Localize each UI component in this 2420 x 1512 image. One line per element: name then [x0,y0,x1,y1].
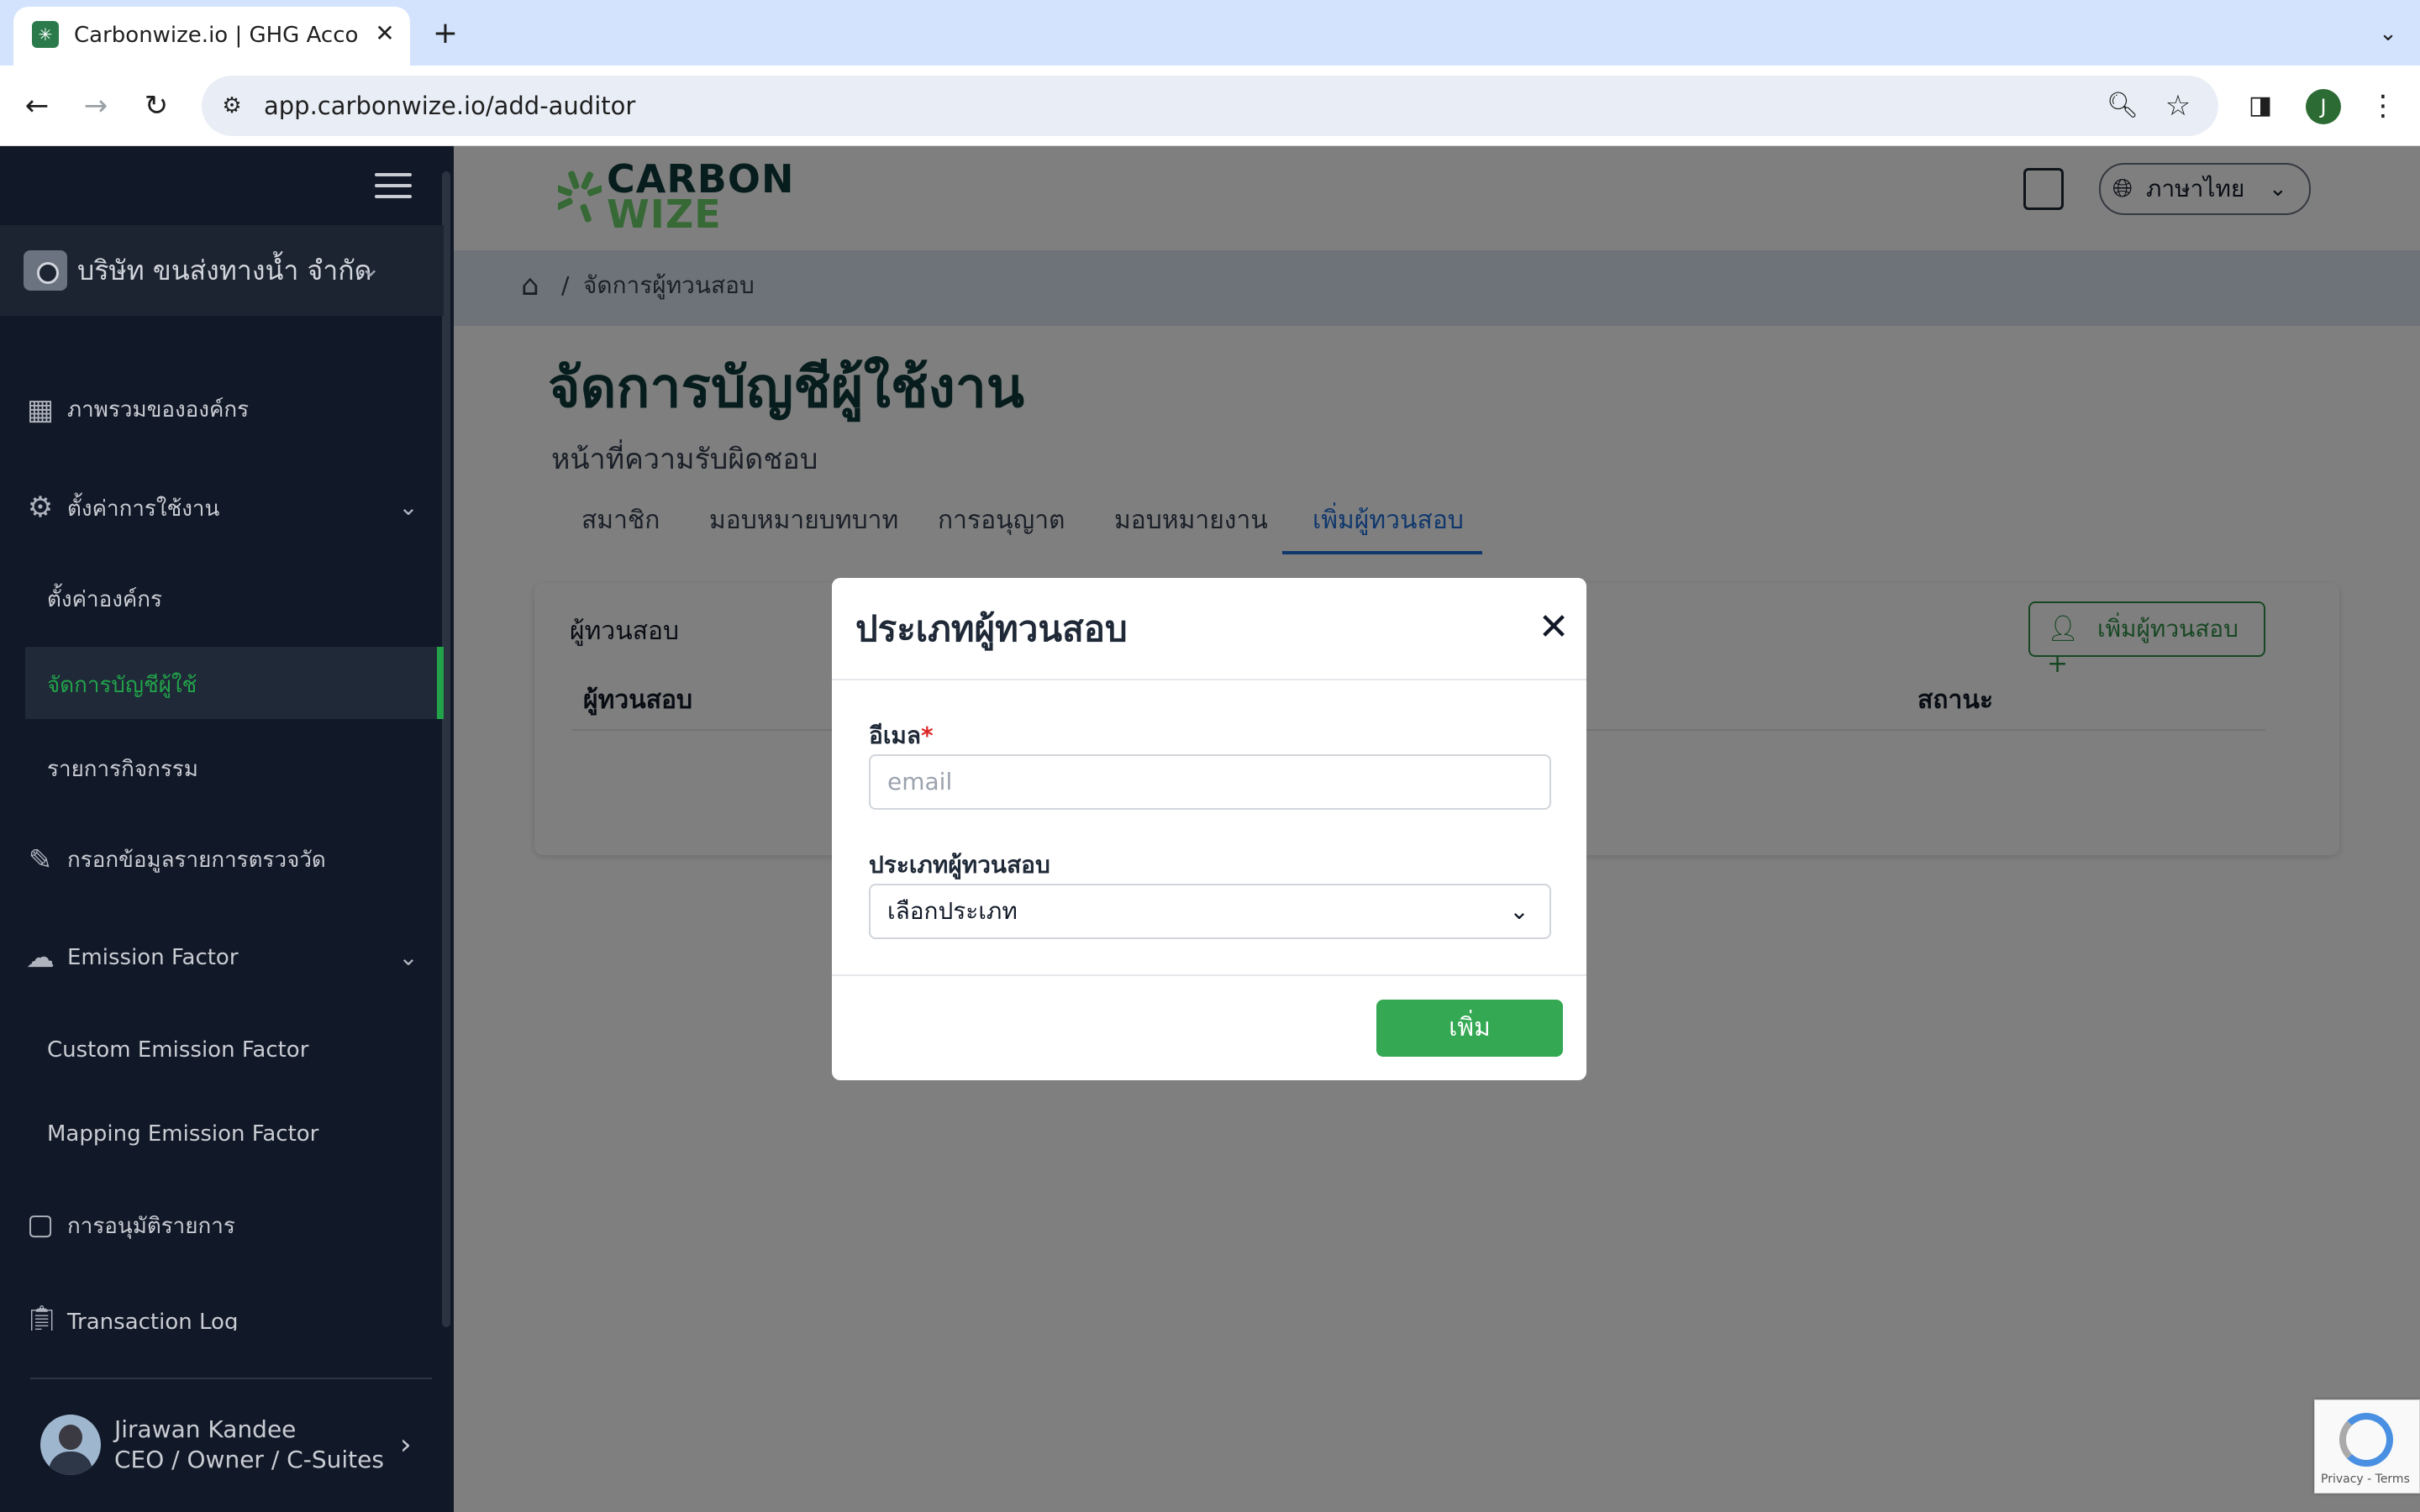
sidebar-item-overview[interactable]: ภาพรวมขององค์กร [67,393,249,427]
sidebar-item-transaction-log[interactable]: Transaction Log [67,1305,238,1331]
auditor-type-selected[interactable]: เลือกประเภท [887,894,1223,929]
org-camera-icon [24,250,67,291]
sidebar-item-activity-list[interactable]: รายการกิจกรรม [47,753,198,786]
sidebar-item-emission-factor[interactable]: Emission Factor [67,941,239,974]
side-panel-icon[interactable]: ◨ [2240,86,2281,126]
modal-footer-divider [832,974,1586,976]
sidebar-item-data-entry[interactable]: กรอกข้อมูลรายการตรวจวัด [67,843,326,877]
hamburger-menu-icon[interactable] [375,173,412,202]
modal-title: ประเภทผู้ทวนสอบ [855,608,1128,649]
sidebar-item-settings[interactable]: ตั้งค่าการใช้งาน [67,492,219,526]
recaptcha-links[interactable]: Privacy - Terms [2321,1470,2415,1488]
avatar[interactable] [40,1415,101,1475]
gear-icon: ⚙ [27,491,54,524]
profile-avatar[interactable]: J [2306,89,2341,124]
approval-icon: ▢ [26,1208,55,1242]
forward-arrow-icon[interactable]: → [76,86,116,126]
clipboard-icon: 📋︎ [24,1304,60,1331]
url-text[interactable]: app.carbonwize.io/add-auditor [264,87,1272,124]
email-label: อีเมล* [869,719,1037,753]
sidebar-clip: 📋︎ Transaction Log [0,1294,444,1331]
cloud-icon: ☁ [26,941,55,974]
recaptcha-logo-icon [2339,1413,2393,1467]
add-button-label[interactable]: เพิ่ม [1376,1010,1563,1047]
tab-title: Carbonwize.io | GHG Accoun [74,23,360,48]
tab-search-icon[interactable]: ⌄ [2371,17,2405,50]
chevron-right-icon[interactable]: › [400,1428,425,1462]
email-label-text: อีเมล [869,722,922,749]
chevron-down-icon[interactable]: ⌄ [360,252,393,286]
sidebar-item-approval[interactable]: การอนุมัติรายการ [67,1210,235,1243]
user-name[interactable]: Jirawan Kandee [114,1415,400,1445]
carbonwize-favicon-icon: ✳ [32,21,59,48]
chevron-down-icon[interactable]: ⌄ [1504,894,1534,929]
modal-header-divider [832,679,1586,680]
email-placeholder[interactable]: email [887,764,1223,800]
back-arrow-icon[interactable]: ← [17,86,57,126]
close-icon[interactable]: ✕ [1534,608,1573,647]
zoom-icon[interactable]: 🔍︎ [2102,86,2143,126]
sidebar-item-mapping-ef[interactable]: Mapping Emission Factor [47,1117,318,1151]
user-role: CEO / Owner / C-Suites [114,1446,384,1473]
sidebar-item-user-accounts[interactable]: จัดการบัญชีผู้ใช้ [47,669,197,702]
site-info-icon[interactable]: ⚙ [217,91,247,121]
org-name[interactable]: บริษัท ขนส่งทางน้ำ จำกัด [77,249,397,292]
tab-close-icon[interactable]: ✕ [370,18,400,49]
sidebar-scrollbar[interactable] [442,171,450,1327]
menu-dots-icon[interactable]: ⋮ [2363,86,2403,126]
bookmark-star-icon[interactable]: ☆ [2158,86,2198,126]
edit-icon: ✎ [28,843,53,877]
sidebar-item-org-settings[interactable]: ตั้งค่าองค์กร [47,583,162,617]
sidebar-item-custom-ef[interactable]: Custom Emission Factor [47,1033,308,1067]
auditor-type-label: ประเภทผู้ทวนสอบ [869,851,1050,879]
new-tab-button[interactable]: + [429,17,462,50]
layout-icon: ▦ [26,393,55,427]
reload-icon[interactable]: ↻ [136,86,176,126]
sidebar-divider [30,1378,432,1379]
required-mark: * [921,722,934,749]
chevron-down-icon[interactable]: ⌄ [392,941,425,974]
chevron-down-icon[interactable]: ⌄ [392,491,425,524]
browser-tab[interactable]: ✳ Carbonwize.io | GHG Accoun ✕ [13,7,410,66]
